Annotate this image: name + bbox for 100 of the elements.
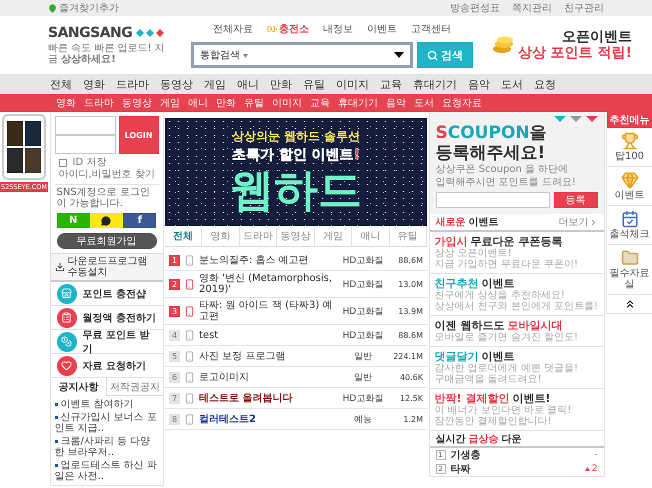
promo-subtitle[interactable]: 상상 포인트 적립! — [518, 45, 632, 61]
file-title[interactable]: 테스트로 올려봅니다 — [199, 392, 337, 404]
category-link[interactable]: 음악 — [468, 76, 490, 92]
file-title[interactable]: test — [199, 330, 337, 340]
subcategory-link[interactable]: 게임 — [160, 96, 180, 110]
search-bar[interactable]: 통합검색 — [190, 42, 413, 68]
phone-ad-drawing[interactable] — [2, 114, 46, 180]
nav-link[interactable]: 이벤트 — [366, 22, 397, 36]
file-title[interactable]: 타짜: 원 아이드 잭 (타짜3) 예고편 — [199, 300, 337, 322]
subcategory-link[interactable]: 유틸 — [244, 96, 264, 110]
file-size: 88.6M — [397, 330, 423, 340]
rank-badge: 4 — [169, 330, 180, 340]
recommend-item[interactable]: 출석체크 — [607, 206, 652, 245]
category-link[interactable]: 드라마 — [116, 76, 149, 92]
category-link[interactable]: 교육 — [380, 76, 402, 92]
file-title[interactable]: 로고이미지 — [199, 372, 337, 382]
file-quality: HD고화질 — [342, 306, 384, 318]
coupon-description: 입력해주시면 포인트를 드려요! — [436, 177, 577, 188]
notice-link[interactable]: 업로드테스트 하신 파일은 사전.. — [54, 460, 158, 482]
subcategory-link[interactable]: 동영상 — [122, 96, 152, 110]
event-banner[interactable]: 친구추천 이벤트 친구에게 상상을 추천하세요! 상상에서 친구와 본인에게 포인트를! — [430, 274, 604, 316]
category-link[interactable]: 영화 — [83, 76, 105, 92]
quick-menu-item[interactable]: 무료 포인트 받기 — [50, 330, 162, 354]
notice-link[interactable]: 이벤트 참여하기 — [54, 399, 158, 410]
download-program-button[interactable]: 다운로드프로그램 수동설치 — [50, 253, 162, 282]
file-title[interactable]: 컬러테스트2 — [199, 414, 337, 424]
file-size: 40.6K — [398, 372, 423, 382]
charge-icon — [266, 24, 277, 34]
logo-diamonds-icon — [136, 29, 166, 37]
id-input[interactable] — [54, 116, 116, 135]
file-size: 88.6M — [397, 256, 423, 264]
tagline: 빠른 속도 빠른 업로드! 지금 상상하세요! — [48, 43, 166, 65]
promo-title[interactable]: 오픈이벤트 — [562, 29, 632, 45]
category-link[interactable]: 도서 — [501, 76, 523, 92]
checkbox[interactable] — [58, 159, 66, 167]
notice-link[interactable]: 신규가입시 보너스 포인트 지급.. — [54, 412, 158, 434]
category-link[interactable]: 애니 — [237, 76, 259, 92]
top-link[interactable]: 친구관리 — [564, 1, 604, 15]
file-title[interactable]: 분노의질주: 홉스 예고편 — [199, 254, 337, 266]
find-account-link[interactable]: 아이디,비밀번호 찾기 — [58, 169, 155, 181]
notice-tab[interactable]: 저작권공지 — [106, 378, 162, 396]
category-link[interactable]: 유틸 — [303, 76, 325, 92]
login-button[interactable]: LOGIN — [118, 116, 158, 154]
signup-button[interactable]: 무료회원가입 — [56, 233, 156, 249]
recommend-item[interactable]: 이벤트 — [607, 167, 652, 206]
file-title[interactable]: 영화 '변신 (Metamorphosis, 2019)' — [199, 273, 337, 295]
file-title[interactable]: 사진 보정 프로그램 — [199, 350, 337, 362]
register-button[interactable]: 등록 — [554, 192, 598, 208]
subcategory-link[interactable]: 영화 — [56, 96, 76, 110]
event-title: 댓글달기 이벤트 — [434, 350, 516, 363]
nav-link[interactable]: 전체자료 — [212, 22, 253, 36]
event-banner[interactable]: 댓글달기 이벤트 감사한 업로더에게 예쁜 댓글을! 구매금액을 돌려드려요! — [430, 347, 604, 389]
password-input[interactable] — [54, 135, 116, 154]
more-link[interactable]: 더보기 — [558, 215, 598, 229]
top-link[interactable]: 쪽지관리 — [512, 1, 552, 15]
event-banner[interactable]: 가입시 무료다운 쿠폰등록 상상 오픈이벤트! 지금 가입하면 무료다운 쿠폰이! — [430, 232, 604, 274]
dropdown-arrow-icon[interactable] — [394, 52, 404, 58]
search-icon — [426, 50, 438, 60]
subcategory-link[interactable]: 만화 — [216, 96, 236, 110]
coupon-description: 상상쿠폰 Scoupon 을 하단에 — [436, 164, 570, 175]
category-link[interactable]: 이미지 — [336, 76, 369, 92]
category-link[interactable]: 만화 — [270, 76, 292, 92]
subcategory-link[interactable]: 요청자료 — [442, 96, 482, 110]
category-link[interactable]: 게임 — [204, 76, 226, 92]
rank-change: 2 — [584, 464, 598, 474]
sns-login-button[interactable] — [90, 213, 124, 228]
coupon-input[interactable] — [436, 192, 550, 208]
quick-menu-item[interactable]: 월정액 충전하기 — [50, 306, 162, 330]
ranking-title[interactable]: 타짜 — [450, 462, 580, 476]
category-link[interactable]: 휴대기기 — [413, 76, 457, 92]
subcategory-link[interactable]: 드라마 — [84, 96, 114, 110]
nav-link[interactable]: 충전소 — [266, 22, 309, 36]
subcategory-link[interactable]: 애니 — [188, 96, 208, 110]
top-link[interactable]: 방송편성표 — [450, 1, 500, 15]
logo-text[interactable]: SANGSANG — [48, 25, 132, 41]
subcategory-link[interactable]: 도서 — [414, 96, 434, 110]
scope-dropdown[interactable]: 통합검색 — [200, 48, 248, 62]
file-quality: HD고화질 — [342, 254, 384, 266]
event-description: 잠깐동안 결제할인합니다! — [434, 416, 553, 427]
event-title: 이젠 웹하드도 모바일시대 — [434, 319, 564, 332]
bookmark-link[interactable]: 즐겨찾기추가 — [48, 1, 119, 15]
nav-link[interactable]: 고객센터 — [410, 22, 451, 36]
category-link[interactable]: 동영상 — [160, 76, 193, 92]
subcategory-link[interactable]: 음악 — [386, 96, 406, 110]
category-link[interactable]: 요청 — [534, 76, 556, 92]
event-banner[interactable]: 반짝! 결제할인 이벤트! 이 배너가 보인다면 바로 클릭! 잠깐동안 결제할인합니다! — [430, 389, 604, 431]
sns-login-button[interactable]: f — [123, 213, 156, 228]
category-link[interactable]: 전체 — [50, 76, 72, 92]
ranking-title[interactable]: 기생충 — [450, 448, 590, 462]
event-banner[interactable]: 이젠 웹하드도 모바일시대 모바일로 즐기면 숨겨진 할인도! — [430, 316, 604, 347]
notice-link[interactable]: 크롬/사파리 등 다양한 브라우저.. — [54, 436, 158, 458]
subcategory-link[interactable]: 이미지 — [272, 96, 302, 110]
ranking-heading: 실시간 급상승 다운 — [436, 432, 522, 446]
recommend-item[interactable]: 탑100 — [607, 128, 652, 167]
event-description: 모바일로 즐기면 숨겨진 할인도! — [434, 332, 580, 343]
nav-link[interactable]: 내정보 — [322, 22, 353, 36]
quick-menu-item[interactable]: 포인트 충전샵 — [50, 282, 162, 306]
subcategory-link[interactable]: 휴대기기 — [338, 96, 378, 110]
promo-banner[interactable]: 상상의눈 웹하드 솔루션 초특가 할인 이벤트! 웹하드 — [165, 118, 427, 226]
subcategory-link[interactable]: 교육 — [310, 96, 330, 110]
